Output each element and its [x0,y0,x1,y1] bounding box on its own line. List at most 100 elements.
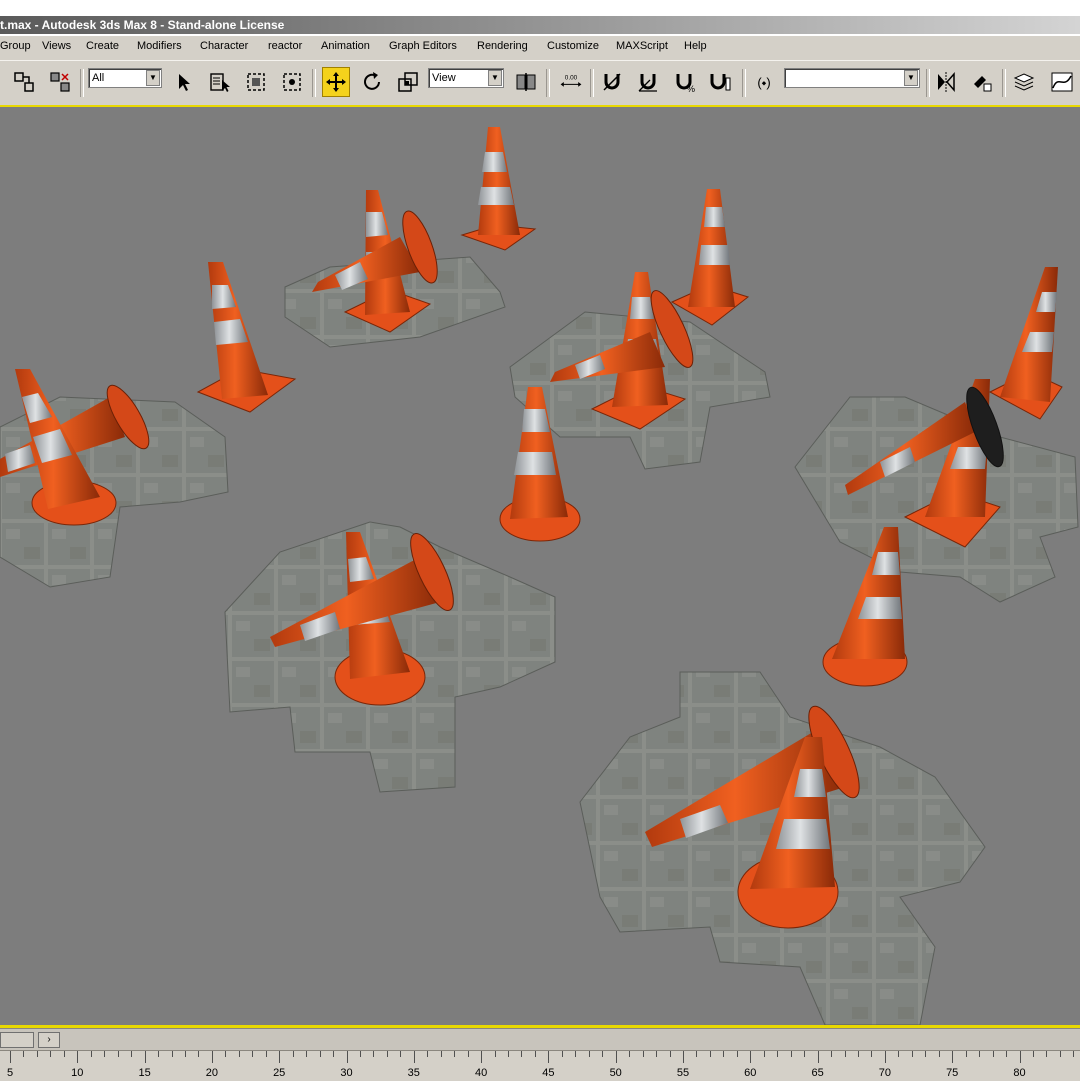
track-bar-tick [831,1051,833,1057]
track-bar-tick [494,1051,496,1057]
window-crossing-icon [283,73,301,91]
menu-reactor[interactable]: reactor [268,40,302,52]
svg-text:%: % [687,84,695,94]
select-and-scale-button[interactable] [394,67,422,97]
track-bar-tick [1032,1051,1034,1057]
menu-views[interactable]: Views [42,40,71,52]
track-bar-tick [306,1051,308,1057]
track-bar-tick [992,1051,994,1057]
traffic-cone[interactable] [988,267,1063,420]
title-bar: t.max - Autodesk 3ds Max 8 - Stand-alone… [0,16,1080,34]
track-bar-tick [386,1051,388,1057]
window-title: t.max - Autodesk 3ds Max 8 - Stand-alone… [0,18,285,32]
rect-region-button[interactable] [242,67,270,97]
svg-text:(⬩): (⬩) [757,75,770,90]
menu-maxscript[interactable]: MAXScript [616,40,668,52]
spinner-snap-button[interactable] [706,67,734,97]
snap-icon [603,73,621,91]
mirror-button[interactable] [932,67,960,97]
track-bar-tick [763,1051,765,1057]
snaps-toggle-button[interactable] [598,67,626,97]
time-slider[interactable]: › [0,1028,1080,1051]
track-bar-tick [629,1051,631,1057]
pivot-center-button[interactable] [512,67,540,97]
time-slider-thumb[interactable] [0,1032,34,1048]
menu-rendering[interactable]: Rendering [477,40,528,52]
track-bar-tick [400,1051,402,1057]
track-bar-tick [1073,1051,1075,1057]
perspective-viewport[interactable] [0,107,1080,1025]
spinner-snap-icon: 0.00 [560,75,582,87]
menu-animation[interactable]: Animation [321,40,370,52]
edit-named-selection-button[interactable]: (⬩) [750,67,778,97]
spinner-snap-toggle[interactable]: 0.00 [556,67,586,97]
menu-customize[interactable]: Customize [547,40,599,52]
menu-character[interactable]: Character [200,40,248,52]
named-selection-set-dropdown[interactable]: ▼ [784,68,920,88]
track-bar-tick [23,1051,25,1057]
curve-editor-button[interactable] [1048,67,1076,97]
angle-snap-button[interactable] [634,67,662,97]
menu-help[interactable]: Help [684,40,707,52]
menu-group[interactable]: Group [0,40,31,52]
track-bar-label: 65 [811,1067,824,1079]
select-by-name-icon [210,73,230,92]
track-bar-tick [911,1051,913,1057]
track-bar-label: 25 [273,1067,286,1079]
reference-coordinate-dropdown[interactable]: View ▼ [428,68,504,88]
select-and-move-button[interactable] [322,67,350,97]
traffic-cone[interactable] [460,127,537,251]
track-bar-label: 5 [6,1067,14,1079]
traffic-cone[interactable] [196,262,297,413]
menu-graph-editors[interactable]: Graph Editors [389,40,457,52]
viewport-scene[interactable] [0,107,1080,1025]
reference-coordinate-value: View [432,72,456,84]
track-bar[interactable]: 5 10 15 20 25 30 35 40 45 50 55 60 65 70 75 80 [0,1050,1080,1081]
track-bar-tick [77,1051,79,1063]
arrow-pointer-icon [179,74,190,91]
unlink-button[interactable] [46,67,74,97]
edit-named-selection-icon: (⬩) [757,75,770,90]
track-bar-tick [683,1051,684,1063]
track-bar-tick [588,1051,590,1057]
track-bar-tick [602,1051,604,1057]
track-bar-tick [333,1051,335,1057]
traffic-cone[interactable] [670,189,750,326]
track-bar-tick [925,1051,927,1057]
track-bar-tick [723,1051,725,1057]
chevron-down-icon: ▼ [488,70,502,86]
select-by-name-button[interactable] [206,67,234,97]
track-bar-tick [1019,1051,1021,1063]
track-bar-tick [184,1051,186,1057]
select-and-rotate-button[interactable] [358,67,386,97]
track-bar-tick [10,1051,11,1063]
track-bar-tick [790,1051,792,1057]
select-object-button[interactable] [170,67,198,97]
track-bar-tick [898,1051,900,1057]
chevron-right-icon: › [47,1034,51,1045]
track-bar-tick [171,1051,173,1057]
track-bar-tick [750,1051,752,1063]
track-bar-tick [63,1051,65,1057]
selection-filter-dropdown[interactable]: All ▼ [88,68,162,88]
track-bar-label: 15 [138,1067,151,1079]
menu-bar: Group Views Create Modifiers Character r… [0,36,1080,61]
track-bar-label: 50 [609,1067,622,1079]
track-bar-tick [279,1051,281,1063]
scale-icon [398,72,418,92]
next-frame-button[interactable]: › [38,1032,60,1048]
track-bar-tick [158,1051,160,1057]
percent-snap-button[interactable]: % [670,67,698,97]
track-bar-label: 45 [542,1067,555,1079]
menu-modifiers[interactable]: Modifiers [137,40,182,52]
layer-manager-button[interactable] [1010,67,1038,97]
link-button[interactable] [10,67,38,97]
track-bar-tick [736,1051,738,1057]
track-bar-tick [104,1051,106,1057]
track-bar-tick [117,1051,119,1057]
rotate-icon [364,72,380,90]
align-button[interactable] [968,67,996,97]
track-bar-tick [211,1051,213,1063]
window-crossing-button[interactable] [278,67,306,97]
menu-create[interactable]: Create [86,40,119,52]
